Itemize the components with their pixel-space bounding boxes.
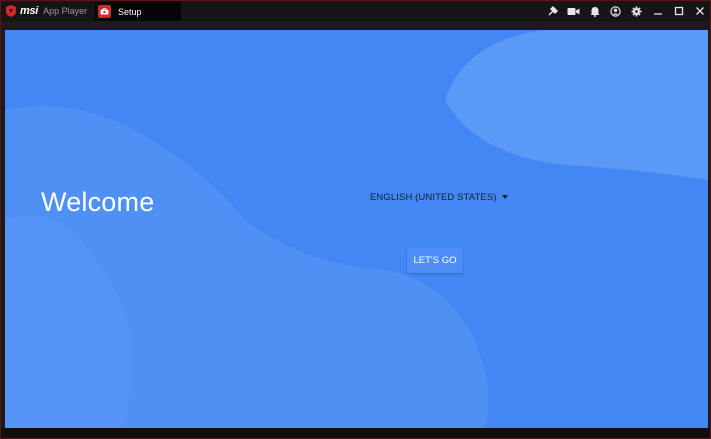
background-waves [5, 30, 708, 428]
app-name: App Player [43, 6, 88, 16]
title-bar: msi App Player Setup [1, 1, 710, 21]
account-icon[interactable] [607, 3, 624, 19]
language-selector[interactable]: ENGLISH (UNITED STATES) [370, 190, 508, 204]
lets-go-button[interactable]: LET'S GO [407, 248, 463, 273]
msi-dragon-icon [6, 5, 16, 17]
setup-screen: Welcome ENGLISH (UNITED STATES) LET'S GO [5, 30, 708, 428]
keymap-icon[interactable] [544, 3, 561, 19]
bottom-bar [1, 428, 710, 438]
tab-label: Setup [118, 6, 142, 17]
setup-app-icon [98, 5, 111, 18]
bell-icon[interactable] [586, 3, 603, 19]
dropdown-caret-icon [501, 195, 508, 199]
tab-setup[interactable]: Setup [95, 2, 181, 21]
maximize-icon[interactable] [670, 3, 687, 19]
close-icon[interactable] [691, 3, 708, 19]
brand-logo: msi [20, 5, 39, 17]
brand: msi App Player [6, 4, 87, 18]
window-controls [544, 3, 708, 19]
language-label: ENGLISH (UNITED STATES) [370, 191, 497, 203]
video-icon[interactable] [565, 3, 582, 19]
minimize-icon[interactable] [649, 3, 666, 19]
welcome-heading: Welcome [41, 187, 155, 217]
gear-icon[interactable] [628, 3, 645, 19]
app-player-window: msi App Player Setup Welcome ENGLISH (UN… [0, 0, 711, 439]
